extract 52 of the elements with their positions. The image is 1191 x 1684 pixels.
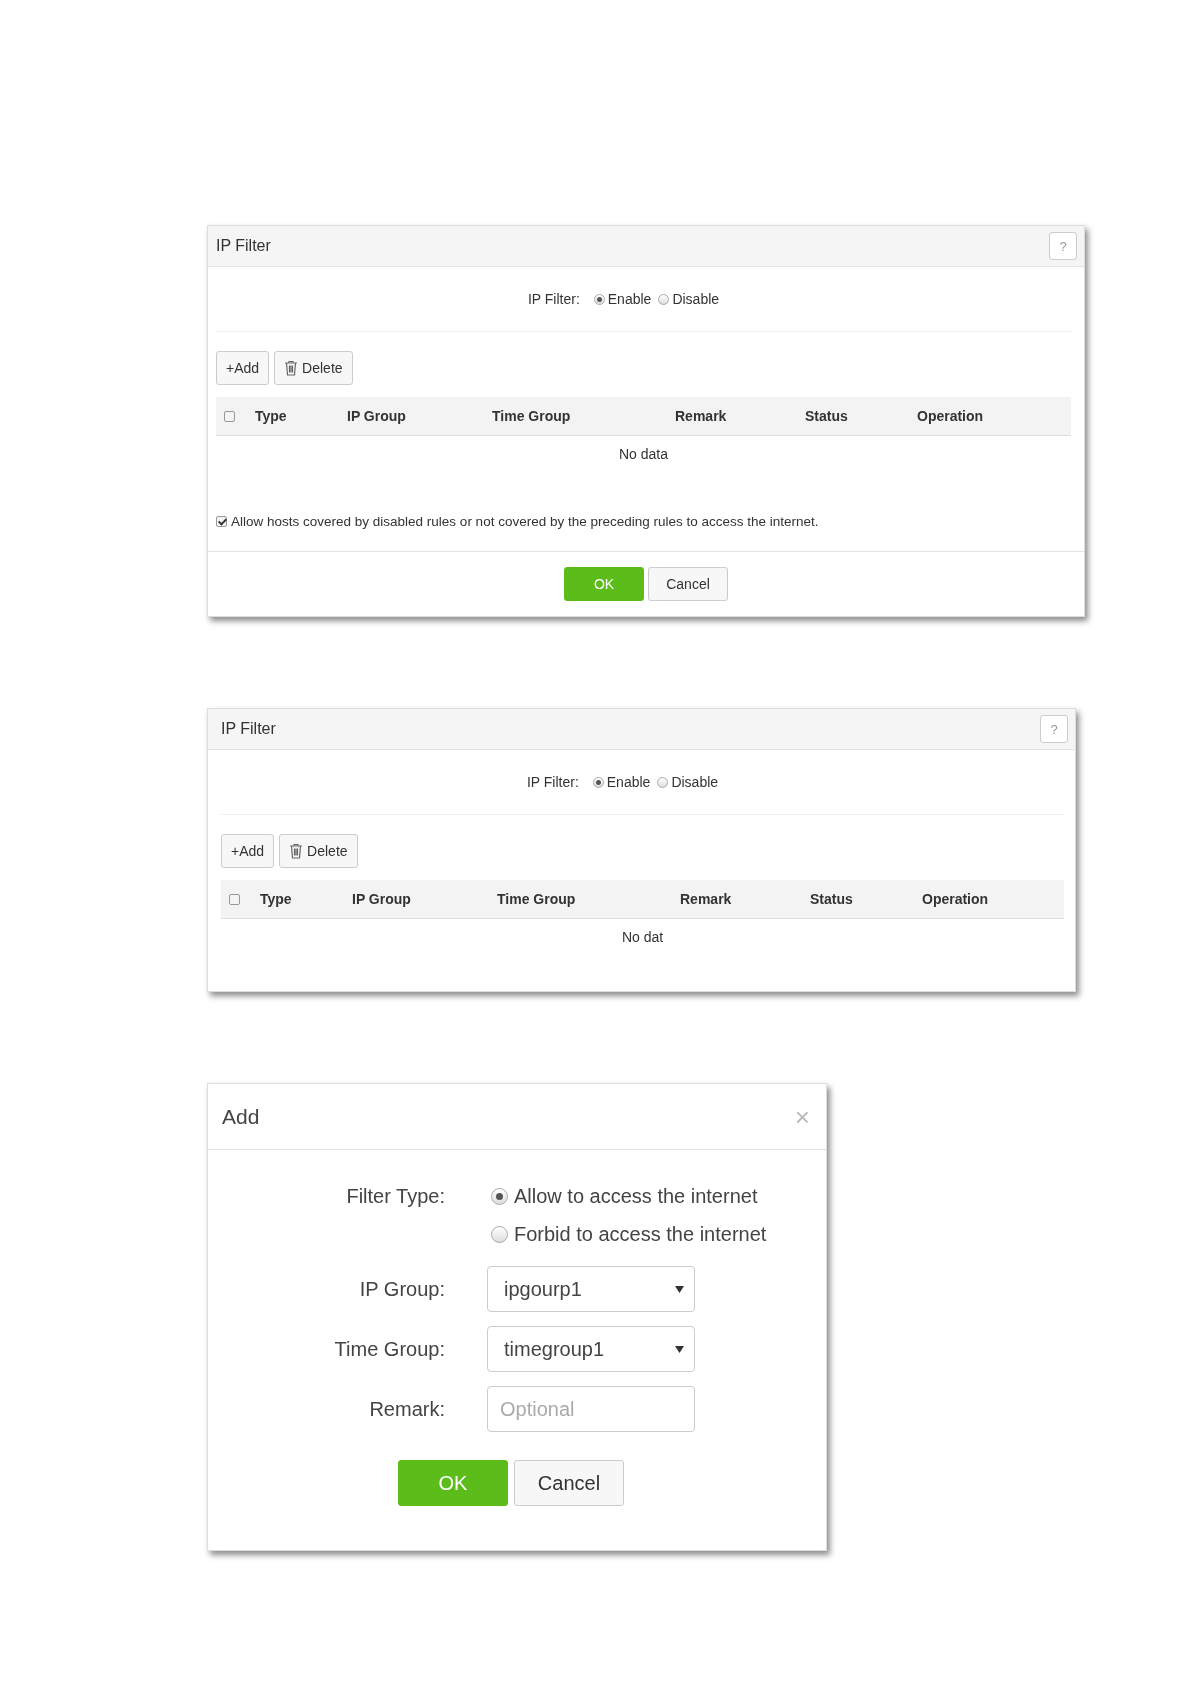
radio-icon[interactable] xyxy=(657,776,669,788)
checkbox[interactable] xyxy=(216,516,227,527)
field-label: IP Filter: xyxy=(527,291,580,307)
radio-icon[interactable] xyxy=(658,293,670,305)
radio-option[interactable]: Disable xyxy=(657,774,719,790)
caret-icon xyxy=(675,1285,684,1293)
add-button[interactable]: +Add xyxy=(216,351,270,385)
field-label: Filter Type: xyxy=(346,1185,445,1207)
checkbox-label: Allow hosts covered by disabled rules or not covered by the preceding rules to access the internet. xyxy=(231,514,819,529)
radio-icon[interactable] xyxy=(491,1225,508,1243)
empty-message: No dat xyxy=(621,928,664,947)
column-header: Time Group xyxy=(497,891,576,907)
radio-option[interactable]: Forbid to access the internet xyxy=(491,1216,826,1252)
trash-icon xyxy=(284,360,299,376)
column-header: IP Group xyxy=(347,408,406,424)
field-label: IP Filter: xyxy=(526,774,579,790)
dropdown[interactable]: ipgourp1 xyxy=(487,1266,695,1312)
column-header: Status xyxy=(810,891,853,907)
column-header: IP Group xyxy=(352,891,411,907)
column-header: Remark xyxy=(675,408,727,424)
column-header: Type xyxy=(255,408,287,424)
panel-title: IP Filter xyxy=(221,720,276,738)
field-label: Time Group: xyxy=(334,1338,445,1360)
column-header: Time Group xyxy=(492,408,571,424)
column-header: Remark xyxy=(680,891,732,907)
empty-message: No data xyxy=(618,445,668,464)
delete-button[interactable]: Delete xyxy=(274,351,353,385)
column-header: Type xyxy=(260,891,292,907)
radio-option[interactable]: Enable xyxy=(593,291,652,307)
dropdown[interactable]: timegroup1 xyxy=(487,1326,695,1372)
panel-title: IP Filter xyxy=(216,237,271,255)
column-header: Status xyxy=(805,408,848,424)
column-header: Operation xyxy=(922,891,989,907)
add-button[interactable]: +Add xyxy=(221,834,275,868)
select-all-checkbox[interactable] xyxy=(224,410,235,422)
remark-field[interactable]: Optional xyxy=(487,1386,695,1432)
trash-icon xyxy=(289,843,304,859)
select-all-checkbox[interactable] xyxy=(229,893,240,905)
radio-icon[interactable] xyxy=(491,1187,508,1205)
delete-button[interactable]: Delete xyxy=(279,834,358,868)
column-header: Operation xyxy=(917,408,984,424)
radio-icon[interactable] xyxy=(593,293,605,305)
radio-option[interactable]: Disable xyxy=(658,291,720,307)
cancel-button[interactable]: Cancel xyxy=(648,567,728,601)
radio-icon[interactable] xyxy=(592,776,604,788)
field-label: Remark: xyxy=(369,1398,445,1420)
dialog-title: Add xyxy=(222,1104,260,1129)
cancel-button[interactable]: Cancel xyxy=(514,1460,624,1506)
radio-option[interactable]: Enable xyxy=(592,774,651,790)
field-label: IP Group: xyxy=(359,1278,445,1300)
radio-option[interactable]: Allow to access the internet xyxy=(491,1178,826,1214)
caret-icon xyxy=(675,1345,684,1353)
